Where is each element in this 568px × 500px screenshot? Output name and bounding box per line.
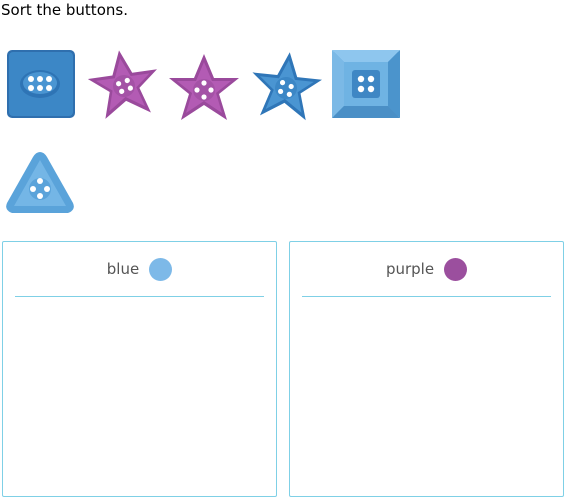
- button-blue-rounded-square[interactable]: [4, 48, 76, 120]
- sort-bin-blue[interactable]: blue: [2, 241, 277, 497]
- square-button-icon: [332, 50, 400, 118]
- blue-swatch-icon: [149, 257, 173, 281]
- bin-label-blue: blue: [106, 260, 140, 278]
- button-blue-square[interactable]: [330, 48, 402, 120]
- rounded-square-button-icon: [7, 50, 75, 118]
- button-purple-star-2[interactable]: [168, 52, 240, 124]
- button-purple-star-1[interactable]: [88, 48, 160, 120]
- purple-swatch-icon: [444, 257, 468, 281]
- button-blue-star[interactable]: [250, 50, 322, 122]
- question-prompt: Sort the buttons.: [1, 1, 128, 19]
- bin-header-purple: purple: [302, 242, 551, 297]
- triangle-button-icon: [6, 152, 74, 213]
- bin-header-blue: blue: [15, 242, 264, 297]
- star-button-icon: [88, 50, 157, 119]
- star-button-icon: [252, 52, 322, 121]
- star-button-icon: [169, 54, 239, 120]
- bin-label-purple: purple: [385, 260, 435, 278]
- bin-drop-area-blue[interactable]: [3, 298, 276, 496]
- bin-drop-area-purple[interactable]: [290, 298, 563, 496]
- button-blue-triangle[interactable]: [4, 148, 76, 220]
- sort-bin-purple[interactable]: purple: [289, 241, 564, 497]
